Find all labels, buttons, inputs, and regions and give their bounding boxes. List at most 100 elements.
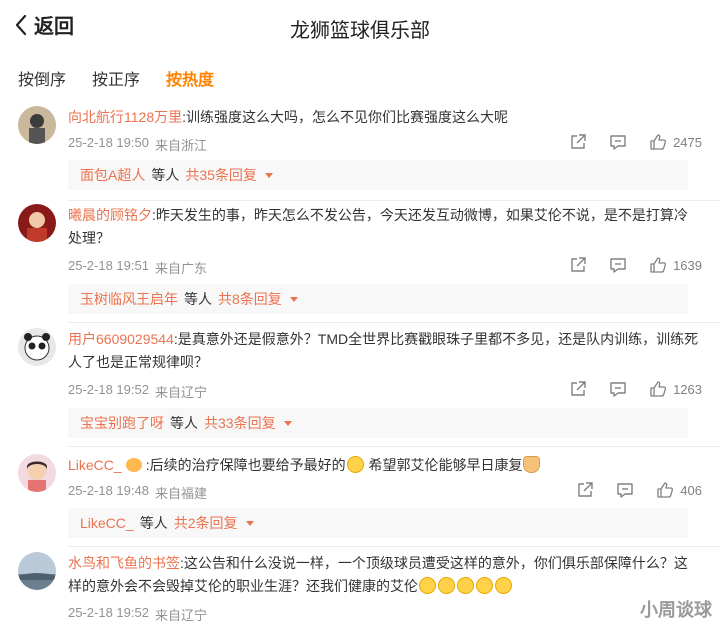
like-icon bbox=[657, 482, 674, 498]
reply-mid: 等人 bbox=[184, 291, 212, 307]
avatar[interactable] bbox=[18, 454, 56, 492]
comment-actions: 406 bbox=[576, 481, 702, 499]
share-icon bbox=[578, 482, 593, 497]
comment-body: :训练强度这么大吗，怎么不见你们比赛强度这么大呢 bbox=[182, 109, 508, 125]
like-count: 1639 bbox=[673, 257, 702, 273]
reply-count[interactable]: 共33条回复 bbox=[204, 413, 276, 433]
comment-meta: 25-2-18 19:51 来自广东 bbox=[68, 258, 207, 277]
like-button[interactable]: 1639 bbox=[649, 256, 702, 274]
comment-icon bbox=[610, 382, 626, 397]
share-button[interactable] bbox=[569, 380, 587, 398]
comment-source: 来自辽宁 bbox=[154, 608, 207, 623]
reply-summary[interactable]: 宝宝别跑了呀 等人 共33条回复 bbox=[68, 408, 688, 438]
comment-icon bbox=[617, 483, 633, 498]
reply-username[interactable]: 宝宝别跑了呀 bbox=[80, 413, 164, 433]
comment-source: 来自福建 bbox=[154, 486, 207, 501]
comment-meta: 25-2-18 19:52 来自辽宁 bbox=[68, 382, 207, 401]
cry-emoji-icon bbox=[476, 577, 493, 594]
comment-username[interactable]: LikeCC_ bbox=[68, 457, 122, 473]
comment-meta: 25-2-18 19:48 来自福建 bbox=[68, 483, 207, 502]
comment-username[interactable]: 曦晨的顾铭夕 bbox=[68, 207, 152, 223]
cry-emoji-icon bbox=[419, 577, 436, 594]
reply-summary[interactable]: LikeCC_ 等人 共2条回复 bbox=[68, 508, 688, 538]
user-badge-icon bbox=[125, 458, 142, 472]
like-icon bbox=[650, 257, 667, 273]
cry-emoji-icon bbox=[495, 577, 512, 594]
expand-caret-icon bbox=[283, 420, 292, 426]
share-button[interactable] bbox=[576, 481, 594, 499]
like-button[interactable]: 406 bbox=[656, 481, 702, 499]
reply-summary[interactable]: 面包A超人 等人 共35条回复 bbox=[68, 160, 688, 190]
avatar[interactable] bbox=[18, 328, 56, 366]
comment-username[interactable]: 用户6609029544 bbox=[68, 331, 174, 347]
comment-time: 25-2-18 19:48 bbox=[68, 483, 149, 498]
tab-sort-asc[interactable]: 按正序 bbox=[92, 66, 140, 90]
divider bbox=[68, 546, 720, 547]
comment-text: 水鸟和飞鱼的书签:这公告和什么没说一样，一个顶级球员遭受这样的意外，你们俱乐部保… bbox=[68, 552, 700, 598]
like-count: 406 bbox=[680, 482, 702, 498]
expand-caret-icon bbox=[264, 172, 273, 178]
comment-button[interactable] bbox=[609, 380, 627, 398]
comment-username[interactable]: 向北航行1128万里 bbox=[68, 109, 182, 125]
reply-username[interactable]: LikeCC_ bbox=[80, 515, 134, 531]
comment-text: 用户6609029544:是真意外还是假意外？TMD全世界比赛戳眼珠子里都不多见… bbox=[68, 328, 700, 374]
comment-body: :昨天发生的事，昨天怎么不发公告，今天还发互动微博，如果艾伦不说，是不是打算冷处… bbox=[68, 207, 688, 246]
reply-count[interactable]: 共2条回复 bbox=[174, 513, 238, 533]
comment-meta: 25-2-18 19:50 来自浙江 bbox=[68, 135, 207, 154]
share-icon bbox=[571, 134, 586, 149]
smile-emoji-icon bbox=[346, 456, 364, 473]
reply-mid: 等人 bbox=[151, 167, 180, 183]
comment-text: 曦晨的顾铭夕:昨天发生的事，昨天怎么不发公告，今天还发互动微博，如果艾伦不说，是… bbox=[68, 204, 700, 250]
comment-actions: 1639 bbox=[569, 256, 702, 274]
share-button[interactable] bbox=[569, 256, 587, 274]
comment-icon bbox=[610, 135, 626, 150]
sort-tabs: 按倒序 按正序 按热度 bbox=[18, 66, 214, 90]
like-count: 1263 bbox=[673, 381, 702, 397]
cry-emoji-icon bbox=[457, 577, 474, 594]
comment-source: 来自浙江 bbox=[154, 138, 207, 153]
comment-icon bbox=[610, 258, 626, 273]
comment-body-cont: 希望郭艾伦能够早日康复 bbox=[364, 457, 523, 473]
comment-meta: 25-2-18 19:52 来自辽宁 bbox=[68, 605, 207, 624]
comment-actions: 1263 bbox=[569, 380, 702, 398]
comment-actions: 2475 bbox=[569, 133, 702, 151]
like-button[interactable]: 2475 bbox=[649, 133, 702, 151]
pray-emoji-icon bbox=[523, 456, 541, 473]
like-icon bbox=[650, 134, 667, 150]
comment-time: 25-2-18 19:50 bbox=[68, 135, 149, 150]
comment-button[interactable] bbox=[609, 256, 627, 274]
divider bbox=[68, 322, 720, 323]
comment-time: 25-2-18 19:52 bbox=[68, 382, 149, 397]
comment-text: 向北航行1128万里:训练强度这么大吗，怎么不见你们比赛强度这么大呢 bbox=[68, 106, 700, 129]
comment-time: 25-2-18 19:52 bbox=[68, 605, 149, 620]
reply-mid: 等人 bbox=[170, 415, 198, 431]
watermark: 小周谈球 bbox=[640, 600, 712, 620]
avatar[interactable] bbox=[18, 106, 56, 144]
like-count: 2475 bbox=[673, 134, 702, 150]
avatar[interactable] bbox=[18, 204, 56, 242]
avatar[interactable] bbox=[18, 552, 56, 590]
expand-caret-icon bbox=[245, 520, 254, 526]
comment-time: 25-2-18 19:51 bbox=[68, 258, 149, 273]
comment-body: :后续的治疗保障也要给予最好的 bbox=[145, 457, 346, 473]
reply-summary[interactable]: 玉树临风王启年 等人 共8条回复 bbox=[68, 284, 688, 314]
reply-count[interactable]: 共35条回复 bbox=[185, 165, 257, 185]
reply-username[interactable]: 面包A超人 bbox=[80, 165, 145, 185]
tab-sort-desc[interactable]: 按倒序 bbox=[18, 66, 66, 90]
like-icon bbox=[650, 381, 667, 397]
comment-username[interactable]: 水鸟和飞鱼的书签 bbox=[68, 555, 180, 571]
share-button[interactable] bbox=[569, 133, 587, 151]
comment-button[interactable] bbox=[616, 481, 634, 499]
comment-text: LikeCC_ :后续的治疗保障也要给予最好的 希望郭艾伦能够早日康复 bbox=[68, 454, 700, 477]
like-button[interactable]: 1263 bbox=[649, 380, 702, 398]
page-title: 龙狮篮球俱乐部 bbox=[290, 20, 430, 42]
reply-username[interactable]: 玉树临风王启年 bbox=[80, 289, 178, 309]
comment-button[interactable] bbox=[609, 133, 627, 151]
reply-count[interactable]: 共8条回复 bbox=[218, 289, 282, 309]
comment-source: 来自辽宁 bbox=[154, 385, 207, 400]
reply-mid: 等人 bbox=[139, 515, 168, 531]
comment-source: 来自广东 bbox=[154, 261, 207, 276]
tab-sort-hot[interactable]: 按热度 bbox=[166, 66, 214, 90]
divider bbox=[68, 446, 720, 447]
expand-caret-icon bbox=[289, 296, 298, 302]
